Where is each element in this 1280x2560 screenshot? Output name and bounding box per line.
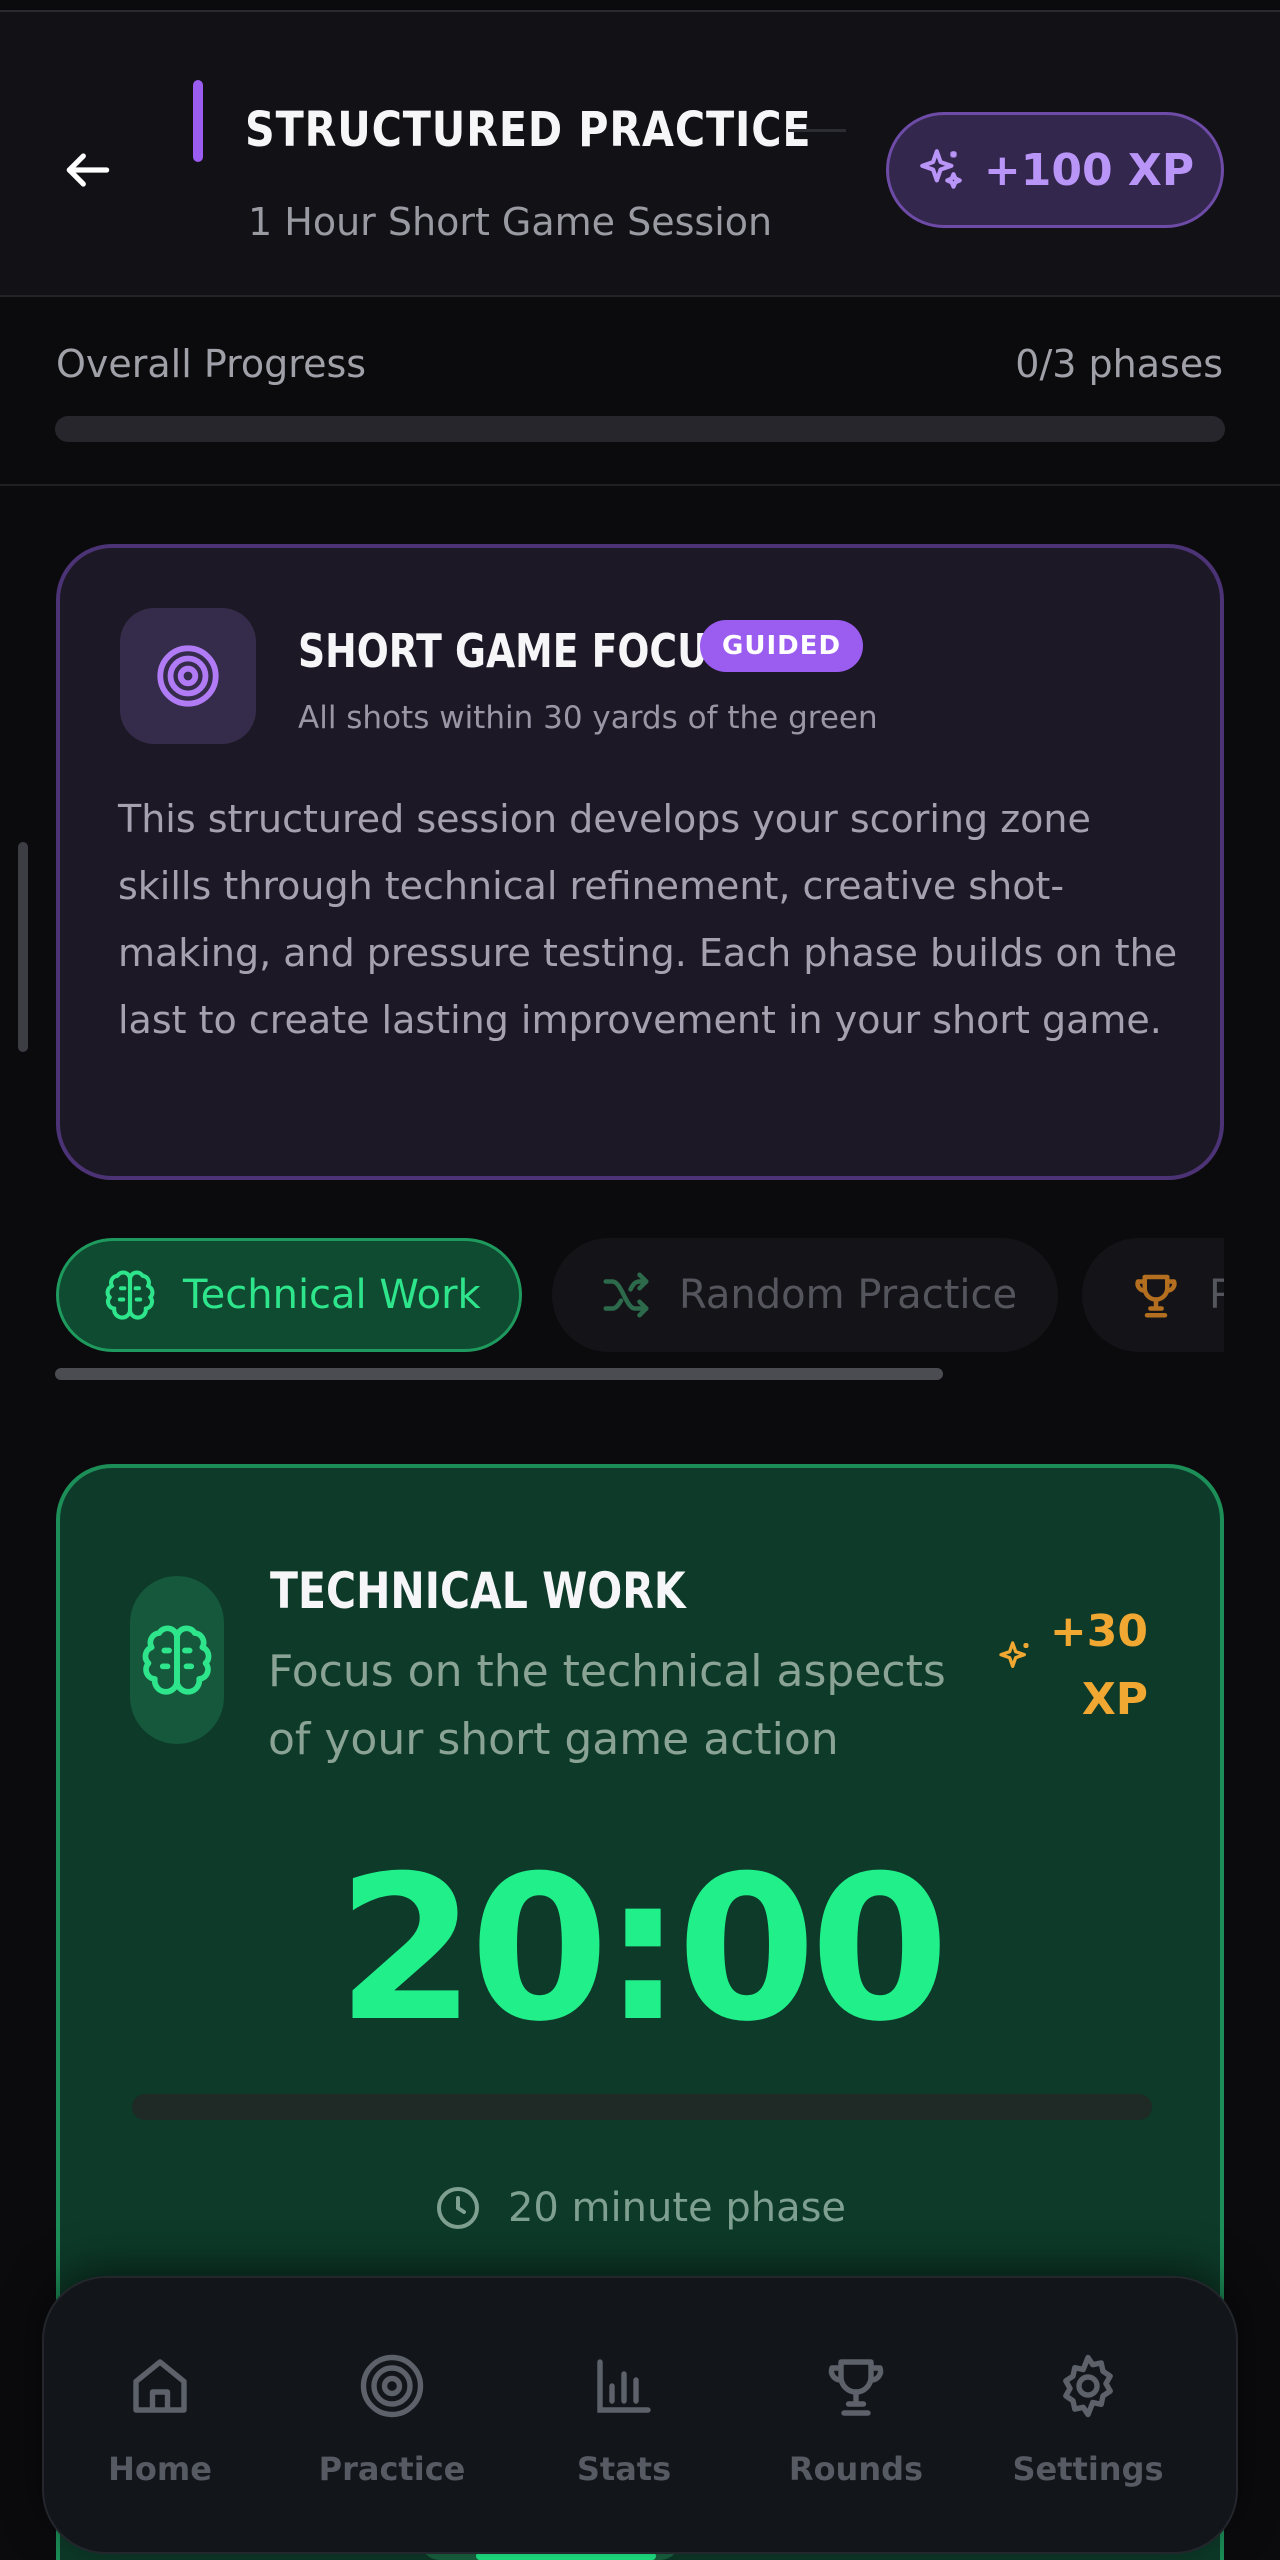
brain-icon — [105, 1270, 155, 1320]
nav-stats-label: Stats — [576, 2450, 672, 2488]
phase-description: Focus on the technical aspects of your s… — [268, 1646, 946, 1765]
tab-technical-work[interactable]: Technical Work — [56, 1238, 522, 1352]
nav-stats[interactable]: Stats — [508, 2278, 740, 2556]
phase-icon-container — [130, 1576, 224, 1744]
target-icon — [157, 645, 219, 707]
nav-practice-label: Practice — [318, 2450, 466, 2488]
brain-icon — [142, 1625, 212, 1695]
focus-icon-container — [120, 608, 256, 744]
overall-progress-bar — [55, 416, 1225, 442]
nav-rounds-label: Rounds — [788, 2450, 924, 2488]
phase-timer-bar — [132, 2094, 1152, 2120]
arrow-left-icon — [66, 153, 110, 187]
xp-total-label: +100 XP — [983, 144, 1195, 196]
nav-home[interactable]: Home — [44, 2278, 276, 2556]
tab-random-practice-label: Random Practice — [679, 1272, 1018, 1318]
guided-badge: GUIDED — [700, 620, 864, 672]
page-header: STRUCTURED PRACTICE 1 Hour Short Game Se… — [0, 12, 1280, 297]
section-divider — [0, 484, 1280, 486]
bottom-navigation: Home Practice Stats Rounds Settings — [42, 2276, 1238, 2554]
overall-progress-count: 0/3 phases — [1015, 342, 1223, 386]
phase-timer: 20:00 — [336, 1833, 950, 2066]
focus-title: SHORT GAME FOCUS — [298, 624, 735, 678]
focus-subtitle: All shots within 30 yards of the green — [298, 700, 878, 736]
gear-icon — [1063, 2354, 1113, 2418]
nav-settings[interactable]: Settings — [972, 2278, 1204, 2556]
nav-settings-label: Settings — [1012, 2450, 1164, 2488]
title-accent-bar — [193, 80, 203, 162]
focus-description: This structured session develops your sc… — [118, 797, 1178, 1042]
tab-pressure-label: P — [1209, 1272, 1224, 1318]
home-icon — [133, 2359, 187, 2413]
overall-progress-label: Overall Progress — [56, 342, 367, 386]
page-title: STRUCTURED PRACTICE — [245, 102, 812, 158]
back-button[interactable] — [56, 138, 120, 202]
trophy-icon — [1135, 1274, 1177, 1318]
phase-xp-unit: XP — [1081, 1674, 1148, 1725]
target-icon — [360, 2354, 424, 2418]
shuffle-icon — [603, 1272, 649, 1318]
phase-duration-label: 20 minute phase — [507, 2185, 847, 2231]
clock-icon — [436, 2187, 479, 2229]
trophy-icon — [828, 2359, 884, 2416]
nav-home-label: Home — [108, 2450, 212, 2488]
sparkle-icon — [920, 149, 962, 189]
phase-duration: 20 minute phase — [60, 2184, 1220, 2232]
phase-xp-reward: +30 XP — [1018, 1598, 1148, 1734]
page-scroll-indicator[interactable] — [18, 842, 28, 1052]
tab-pressure[interactable]: P — [1082, 1238, 1224, 1352]
bar-chart-icon — [597, 2359, 651, 2413]
tabs-scrollbar[interactable] — [55, 1368, 943, 1380]
tab-random-practice[interactable]: Random Practice — [552, 1238, 1058, 1352]
xp-total-badge[interactable]: +100 XP — [886, 112, 1224, 228]
title-divider — [788, 129, 846, 132]
page-subtitle: 1 Hour Short Game Session — [248, 200, 773, 244]
tab-technical-work-label: Technical Work — [183, 1272, 481, 1318]
phase-xp-value: +30 — [1049, 1606, 1148, 1657]
nav-practice[interactable]: Practice — [276, 2278, 508, 2556]
phase-title: TECHNICAL WORK — [270, 1562, 686, 1620]
phase-tabs[interactable]: Technical Work Random Practice P — [56, 1238, 1224, 1354]
nav-rounds[interactable]: Rounds — [740, 2278, 972, 2556]
session-focus-card: SHORT GAME FOCUS GUIDED All shots within… — [56, 544, 1224, 1180]
